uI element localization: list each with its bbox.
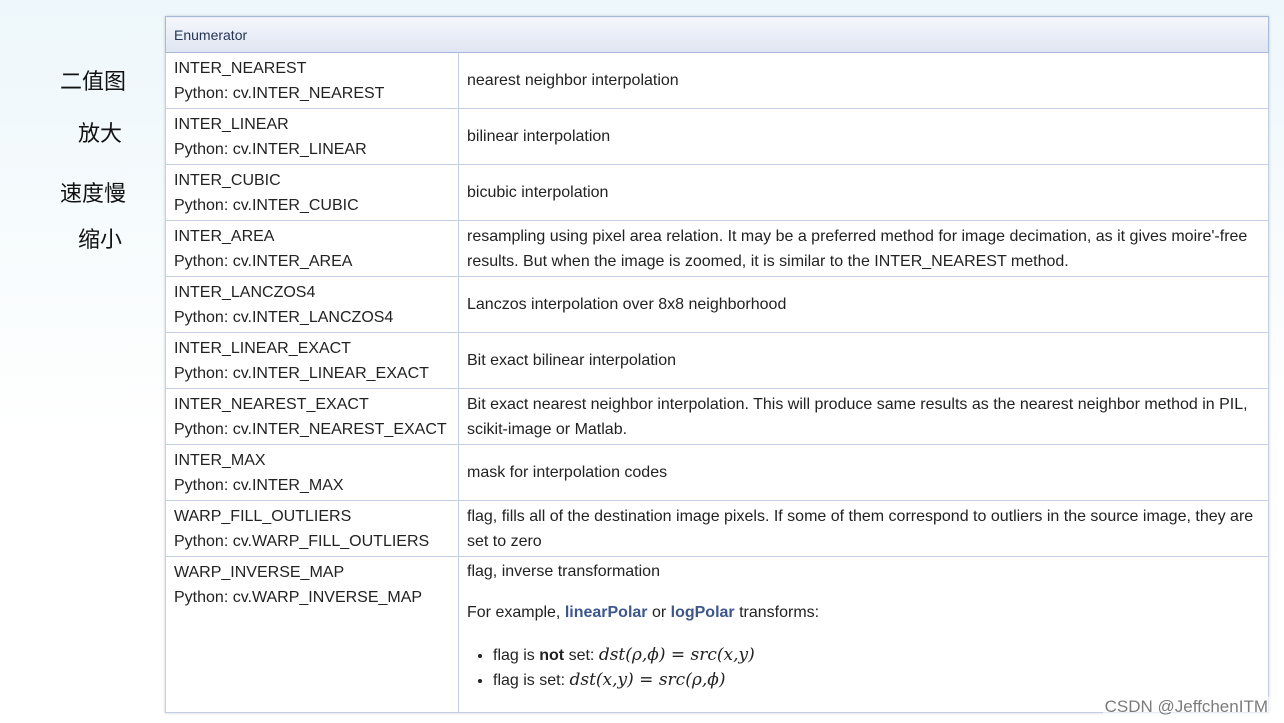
enum-description-cell: Lanczos interpolation over 8x8 neighborh… [458,276,1269,333]
enum-python-name: Python: cv.INTER_CUBIC [174,197,359,214]
page: 二值图 放大 速度慢 缩小 Enumerator INTER_NEAREST Py… [0,0,1284,723]
side-note-enlarge: 放大 [78,122,123,147]
table-row: INTER_NEAREST_EXACT Python: cv.INTER_NEAR… [165,388,1269,445]
example-suffix: transforms: [734,604,820,621]
enum-description: bicubic interpolation [467,184,609,201]
enum-name-cell: INTER_MAX Python: cv.INTER_MAX [165,444,459,501]
formula-set: dst(x,y) = src(ρ,ϕ) [569,670,726,690]
enum-description-cell: flag, fills all of the destination image… [458,500,1269,557]
watermark: CSDN @JeffchenITM [1102,697,1270,717]
table-row: INTER_LINEAR_EXACT Python: cv.INTER_LINEA… [165,332,1269,389]
enum-name-cell: WARP_FILL_OUTLIERS Python: cv.WARP_FILL_O… [165,500,459,557]
enum-description: Bit exact bilinear interpolation [467,352,677,369]
log-polar-link[interactable]: logPolar [671,604,735,621]
enum-name-cell: INTER_NEAREST Python: cv.INTER_NEAREST [165,52,459,109]
enum-name: INTER_CUBIC [174,172,281,189]
table-row: INTER_CUBIC Python: cv.INTER_CUBIC bicubic… [165,164,1269,221]
enum-description-cell: resampling using pixel area relation. It… [458,220,1269,277]
bullet2-prefix: flag is set: [493,672,570,689]
enum-description-cell: Bit exact bilinear interpolation [458,332,1269,389]
enum-python-name: Python: cv.WARP_INVERSE_MAP [174,589,423,606]
table-row: INTER_LANCZOS4 Python: cv.INTER_LANCZOS4 L… [165,276,1269,333]
enumerator-table: Enumerator INTER_NEAREST Python: cv.INTER… [165,16,1269,713]
formula-not-set: dst(ρ,ϕ) = src(x,y) [598,645,755,665]
enum-description: mask for interpolation codes [467,464,668,481]
enum-python-name: Python: cv.INTER_LANCZOS4 [174,309,394,326]
enum-name: INTER_LANCZOS4 [174,284,316,301]
enum-description: Lanczos interpolation over 8x8 neighborh… [467,296,787,313]
table-row: INTER_MAX Python: cv.INTER_MAX mask for in… [165,444,1269,501]
enum-description: Bit exact nearest neighbor interpolation… [467,395,1248,438]
enum-description-cell: bicubic interpolation [458,164,1269,221]
enum-description: nearest neighbor interpolation [467,72,679,89]
bullet1-prefix: flag is [493,647,540,664]
enum-name-cell: INTER_LINEAR Python: cv.INTER_LINEAR [165,108,459,165]
enum-description-cell: bilinear interpolation [458,108,1269,165]
enum-name: INTER_LINEAR [174,116,289,133]
enum-description-cell: Bit exact nearest neighbor interpolation… [458,388,1269,445]
enum-description: resampling using pixel area relation. It… [467,227,1248,270]
example-paragraph: For example, linearPolar or logPolar tra… [467,600,1260,625]
enum-name: INTER_AREA [174,228,275,245]
table-row: WARP_INVERSE_MAP Python: cv.WARP_INVERSE… [165,556,1269,713]
enum-name: WARP_INVERSE_MAP [174,564,345,581]
enum-name: INTER_NEAREST_EXACT [174,396,369,413]
table-body-last: WARP_INVERSE_MAP Python: cv.WARP_INVERSE… [165,556,1269,713]
table-body: INTER_NEAREST Python: cv.INTER_NEAREST nea… [165,52,1269,557]
table-row: WARP_FILL_OUTLIERS Python: cv.WARP_FILL_O… [165,500,1269,557]
enum-python-name: Python: cv.INTER_LINEAR_EXACT [174,365,429,382]
enum-python-name: Python: cv.WARP_FILL_OUTLIERS [174,533,430,550]
enum-name: INTER_LINEAR_EXACT [174,340,351,357]
enum-description-cell: nearest neighbor interpolation [458,52,1269,109]
side-note-slow-speed: 速度慢 [60,182,127,207]
enum-description: flag, fills all of the destination image… [467,507,1254,550]
enum-python-name: Python: cv.INTER_NEAREST_EXACT [174,421,447,438]
side-note-binary-image: 二值图 [60,70,127,95]
enum-name-cell: INTER_AREA Python: cv.INTER_AREA [165,220,459,277]
linear-polar-link[interactable]: linearPolar [565,604,648,621]
enum-python-name: Python: cv.INTER_NEAREST [174,85,385,102]
table-header: Enumerator [165,16,1269,53]
enum-python-name: Python: cv.INTER_MAX [174,477,344,494]
example-or: or [647,604,671,621]
table-row: INTER_LINEAR Python: cv.INTER_LINEAR bilin… [165,108,1269,165]
enum-description: flag, inverse transformation [467,563,660,580]
bullet-flag-not-set: flag is not set: dst(ρ,ϕ) = src(x,y) [493,643,1260,668]
table-row: INTER_AREA Python: cv.INTER_AREA resamplin… [165,220,1269,277]
bullet1-suffix: set: [564,647,599,664]
example-prefix: For example, [467,604,565,621]
enum-name-cell: INTER_LANCZOS4 Python: cv.INTER_LANCZOS4 [165,276,459,333]
enum-name: INTER_MAX [174,452,266,469]
table-row: INTER_NEAREST Python: cv.INTER_NEAREST nea… [165,52,1269,109]
enum-name: INTER_NEAREST [174,60,307,77]
enum-description-cell: flag, inverse transformation For example… [458,556,1269,713]
bullet-flag-set: flag is set: dst(x,y) = src(ρ,ϕ) [493,668,1260,693]
flag-bullet-list: flag is not set: dst(ρ,ϕ) = src(x,y) fla… [467,643,1260,693]
enum-name: WARP_FILL_OUTLIERS [174,508,352,525]
enum-name-cell: INTER_CUBIC Python: cv.INTER_CUBIC [165,164,459,221]
enum-description-cell: mask for interpolation codes [458,444,1269,501]
bullet1-strong: not [539,647,565,664]
enum-python-name: Python: cv.INTER_LINEAR [174,141,367,158]
enum-name-cell: INTER_LINEAR_EXACT Python: cv.INTER_LINEA… [165,332,459,389]
enum-name-cell: INTER_NEAREST_EXACT Python: cv.INTER_NEAR… [165,388,459,445]
side-note-shrink: 缩小 [78,228,123,253]
enum-description: bilinear interpolation [467,128,611,145]
enum-name-cell: WARP_INVERSE_MAP Python: cv.WARP_INVERSE… [165,556,459,713]
enum-python-name: Python: cv.INTER_AREA [174,253,353,270]
